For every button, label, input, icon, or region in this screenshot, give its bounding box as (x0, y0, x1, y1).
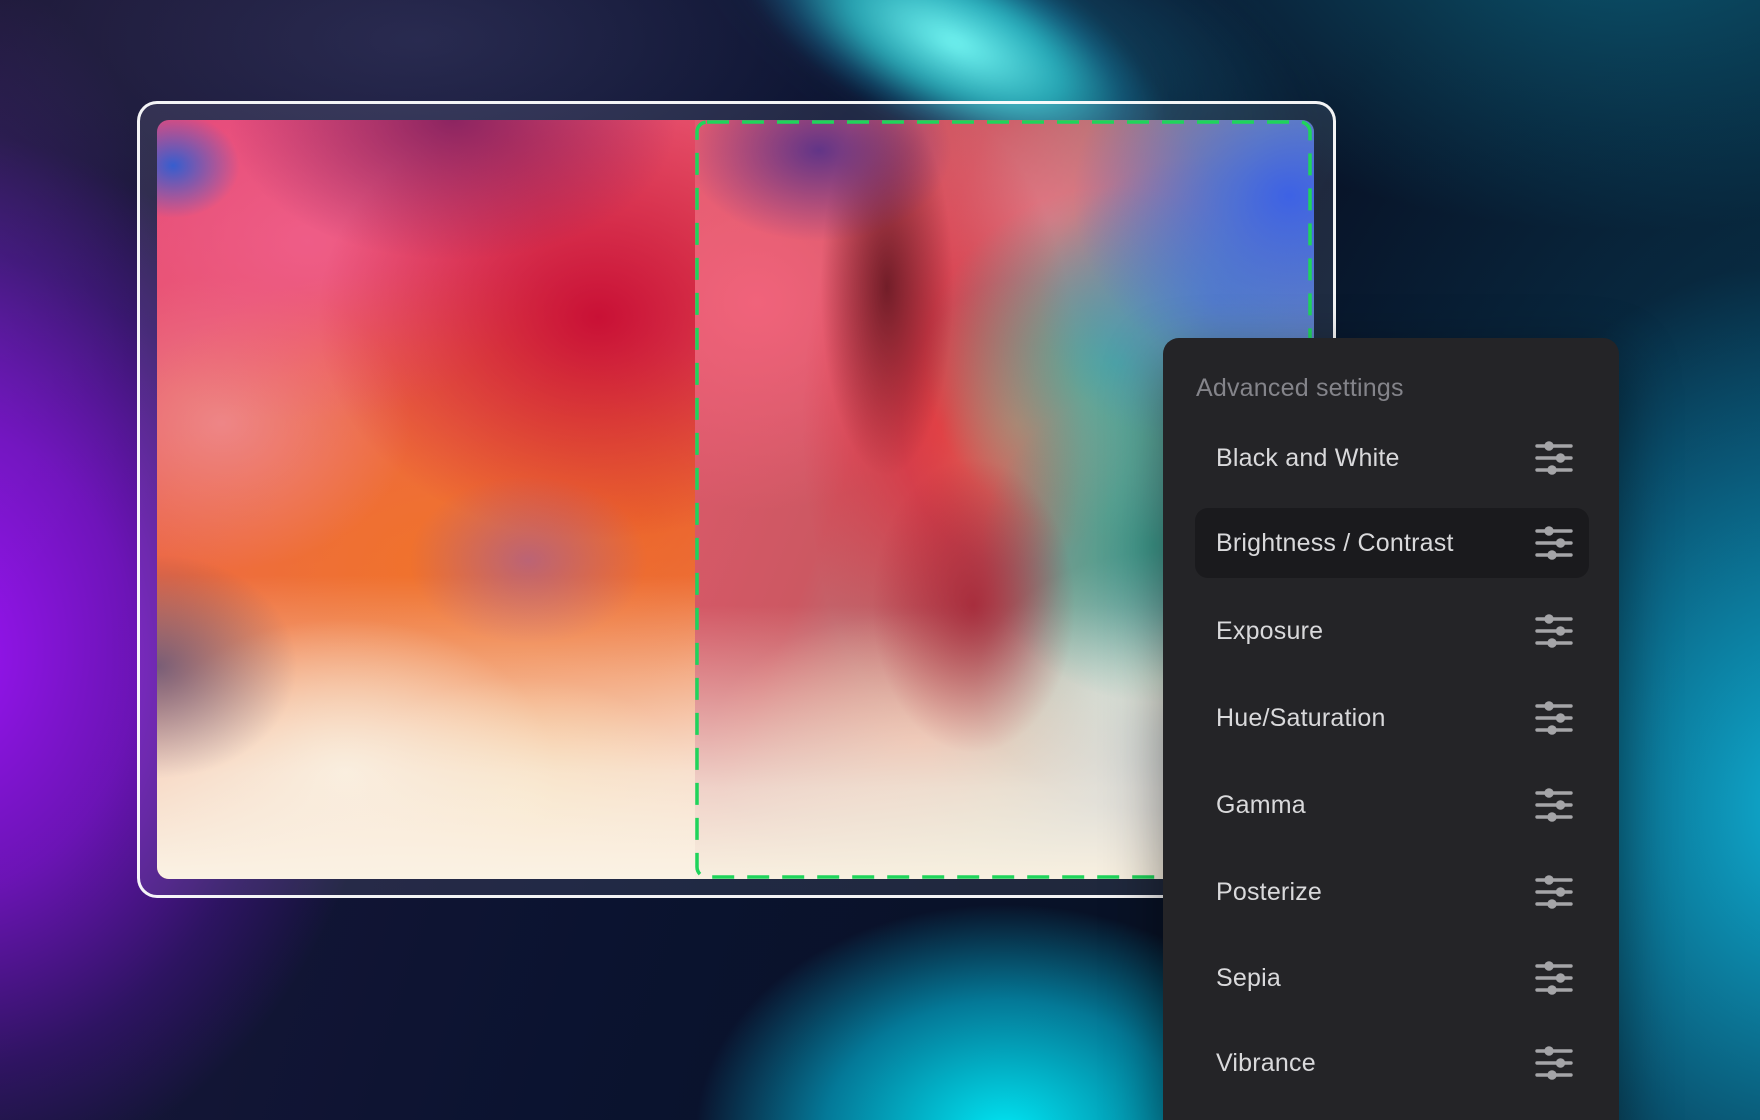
menu-item-label: Black and White (1216, 444, 1535, 473)
menu-item-label: Sepia (1216, 964, 1535, 993)
menu-item-label: Posterize (1216, 878, 1535, 907)
menu-item-hue-saturation[interactable]: Hue/Saturation (1195, 683, 1589, 753)
menu-item-vibrance[interactable]: Vibrance (1195, 1028, 1589, 1098)
sliders-icon (1535, 614, 1573, 648)
sliders-icon (1535, 875, 1573, 909)
selection-marquee[interactable] (157, 120, 1314, 879)
sliders-icon (1535, 788, 1573, 822)
sliders-icon (1535, 701, 1573, 735)
sliders-icon (1535, 441, 1573, 475)
menu-item-black-and-white[interactable]: Black and White (1195, 423, 1589, 493)
menu-item-label: Gamma (1216, 791, 1535, 820)
panel-title: Advanced settings (1196, 373, 1404, 403)
menu-item-posterize[interactable]: Posterize (1195, 857, 1589, 927)
menu-item-gamma[interactable]: Gamma (1195, 770, 1589, 840)
screen: Advanced settings Black and White Bright… (0, 0, 1760, 1120)
menu-item-label: Vibrance (1216, 1049, 1535, 1078)
sliders-icon (1535, 1046, 1573, 1080)
menu-item-sepia[interactable]: Sepia (1195, 943, 1589, 1013)
menu-item-exposure[interactable]: Exposure (1195, 596, 1589, 666)
menu-item-label: Brightness / Contrast (1216, 529, 1535, 558)
sliders-icon (1535, 961, 1573, 995)
menu-item-label: Exposure (1216, 617, 1535, 646)
advanced-settings-panel: Advanced settings Black and White Bright… (1163, 338, 1619, 1120)
sliders-icon (1535, 526, 1573, 560)
menu-item-brightness-contrast[interactable]: Brightness / Contrast (1195, 508, 1589, 578)
menu-item-label: Hue/Saturation (1216, 704, 1535, 733)
